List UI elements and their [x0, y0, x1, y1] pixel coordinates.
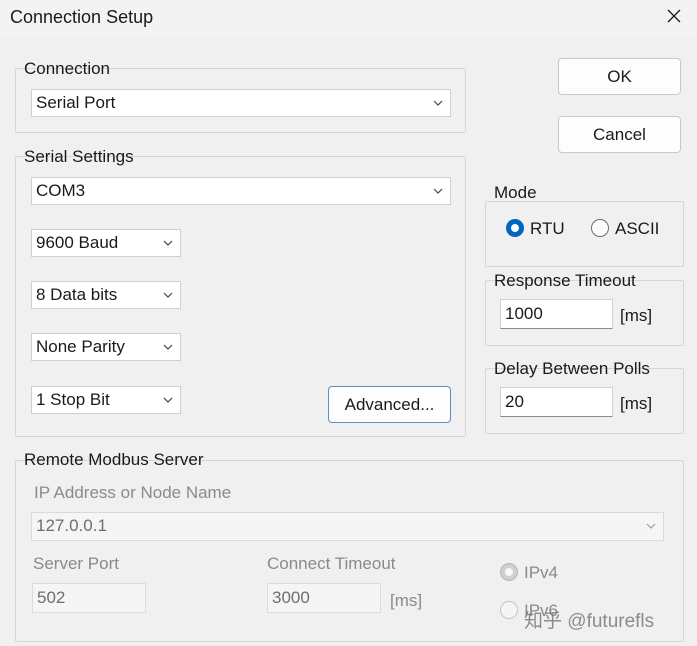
window-title: Connection Setup: [10, 7, 154, 27]
connection-group-label: Connection: [24, 59, 111, 78]
baud-rate-value: 9600 Baud: [36, 233, 119, 252]
ip-address-label: IP Address or Node Name: [34, 483, 232, 502]
delay-between-polls-label: Delay Between Polls: [494, 359, 650, 378]
dialog-body: Connection Serial Port Serial Settings C…: [0, 38, 697, 646]
close-button[interactable]: [651, 0, 697, 32]
chevron-down-icon: [433, 100, 443, 106]
server-port-label: Server Port: [33, 554, 119, 573]
remote-server-group-label: Remote Modbus Server: [24, 450, 204, 469]
ip-address-value: 127.0.0.1: [36, 516, 107, 535]
data-bits-value: 8 Data bits: [36, 285, 118, 304]
advanced-button[interactable]: Advanced...: [328, 386, 451, 423]
chevron-down-icon: [163, 240, 173, 246]
baud-rate-select[interactable]: 9600 Baud: [31, 229, 181, 257]
connection-type-value: Serial Port: [36, 93, 116, 112]
close-icon: [667, 9, 681, 23]
chevron-down-icon: [163, 397, 173, 403]
com-port-select[interactable]: COM3: [31, 177, 451, 205]
ascii-radio[interactable]: [591, 219, 609, 237]
parity-value: None Parity: [36, 337, 125, 356]
mode-group-label: Mode: [494, 183, 537, 202]
stop-bits-value: 1 Stop Bit: [36, 390, 110, 409]
com-port-value: COM3: [36, 181, 86, 200]
parity-select[interactable]: None Parity: [31, 333, 181, 361]
ip-address-select[interactable]: 127.0.0.1: [31, 512, 664, 541]
response-timeout-label: Response Timeout: [494, 271, 636, 290]
rtu-radio[interactable]: [506, 219, 524, 237]
delay-between-polls-unit: [ms]: [620, 394, 653, 413]
watermark: 知乎 @futurefls: [524, 611, 655, 632]
connect-timeout-unit: [ms]: [390, 591, 423, 610]
chevron-down-icon: [646, 523, 656, 529]
connect-timeout-label: Connect Timeout: [267, 554, 396, 573]
server-port-input[interactable]: 502: [32, 583, 146, 613]
ok-button[interactable]: OK: [558, 58, 681, 95]
ipv6-radio[interactable]: [500, 601, 518, 619]
chevron-down-icon: [433, 188, 443, 194]
response-timeout-unit: [ms]: [620, 306, 653, 325]
ipv4-radio[interactable]: [500, 563, 518, 581]
data-bits-select[interactable]: 8 Data bits: [31, 281, 181, 309]
title-bar: Connection Setup: [0, 0, 697, 38]
stop-bits-select[interactable]: 1 Stop Bit: [31, 386, 181, 414]
rtu-label[interactable]: RTU: [530, 219, 565, 239]
connection-type-select[interactable]: Serial Port: [31, 89, 451, 117]
chevron-down-icon: [163, 344, 173, 350]
serial-settings-group-label: Serial Settings: [24, 147, 134, 166]
ipv4-label[interactable]: IPv4: [524, 563, 558, 583]
chevron-down-icon: [163, 292, 173, 298]
delay-between-polls-input[interactable]: 20: [500, 387, 613, 417]
connect-timeout-input[interactable]: 3000: [267, 583, 381, 613]
ascii-label[interactable]: ASCII: [615, 219, 659, 239]
cancel-button[interactable]: Cancel: [558, 116, 681, 153]
response-timeout-input[interactable]: 1000: [500, 299, 613, 329]
